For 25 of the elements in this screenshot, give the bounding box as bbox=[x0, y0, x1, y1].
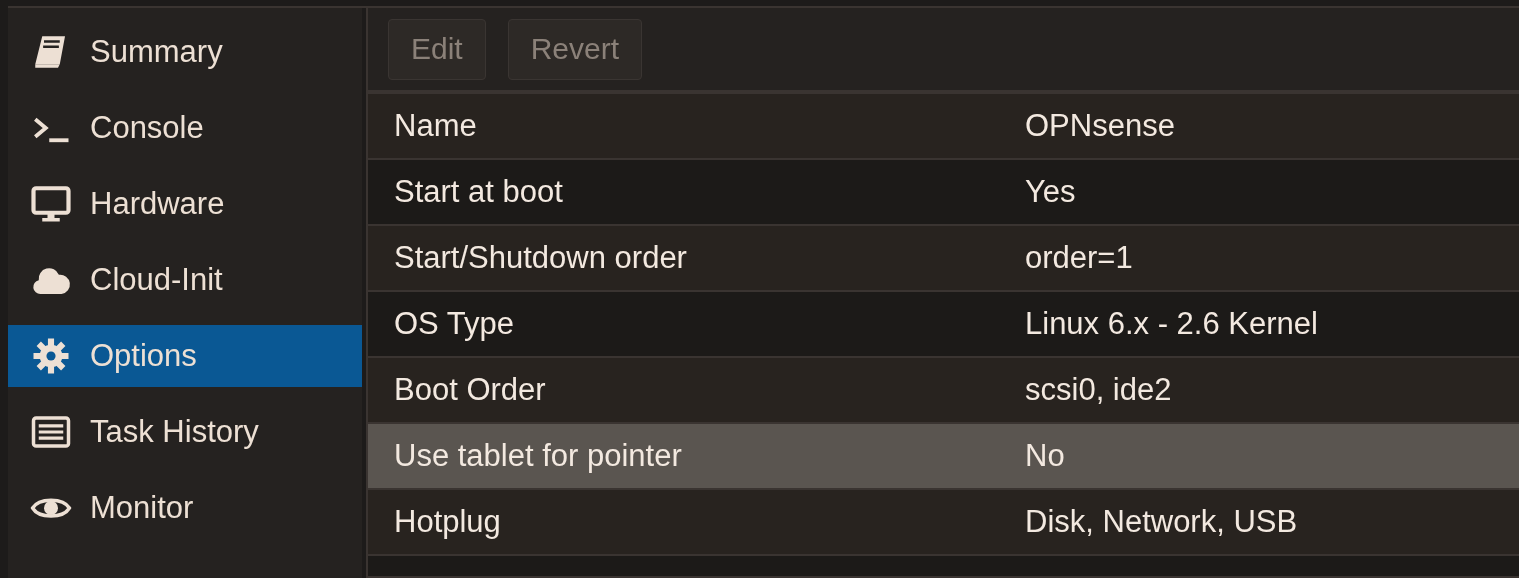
table-row[interactable]: Use tablet for pointer No bbox=[368, 424, 1519, 490]
sidebar-item[interactable]: Cloud-Init bbox=[8, 249, 362, 311]
option-value: scsi0, ide2 bbox=[1025, 372, 1172, 408]
option-value: Disk, Network, USB bbox=[1025, 504, 1298, 540]
option-name: Name bbox=[393, 108, 478, 144]
option-name: Start at boot bbox=[393, 174, 564, 210]
sidebar-item[interactable]: Task History bbox=[8, 401, 362, 463]
sidebar-item[interactable]: Hardware bbox=[8, 173, 362, 235]
sidebar-item[interactable]: Monitor bbox=[8, 477, 362, 539]
option-value: No bbox=[1025, 438, 1065, 474]
option-value: OPNsense bbox=[1025, 108, 1175, 144]
option-value: Linux 6.x - 2.6 Kernel bbox=[1025, 306, 1318, 342]
option-name: OS Type bbox=[393, 306, 516, 342]
sidebar-item[interactable]: Options bbox=[8, 325, 362, 387]
table-row[interactable]: OS Type Linux 6.x - 2.6 Kernel bbox=[368, 292, 1519, 358]
option-name: Use tablet for pointer bbox=[393, 438, 683, 474]
sidebar-item[interactable]: Summary bbox=[8, 21, 362, 83]
option-value: order=1 bbox=[1025, 240, 1133, 276]
monitor-icon bbox=[30, 183, 72, 225]
option-value: Yes bbox=[1025, 174, 1076, 210]
option-name: Boot Order bbox=[393, 372, 547, 408]
sidebar-item[interactable]: Console bbox=[8, 97, 362, 159]
table-row[interactable]: Start at boot Yes bbox=[368, 160, 1519, 226]
option-name: Start/Shutdown order bbox=[393, 240, 688, 276]
option-name: Hotplug bbox=[393, 504, 502, 540]
